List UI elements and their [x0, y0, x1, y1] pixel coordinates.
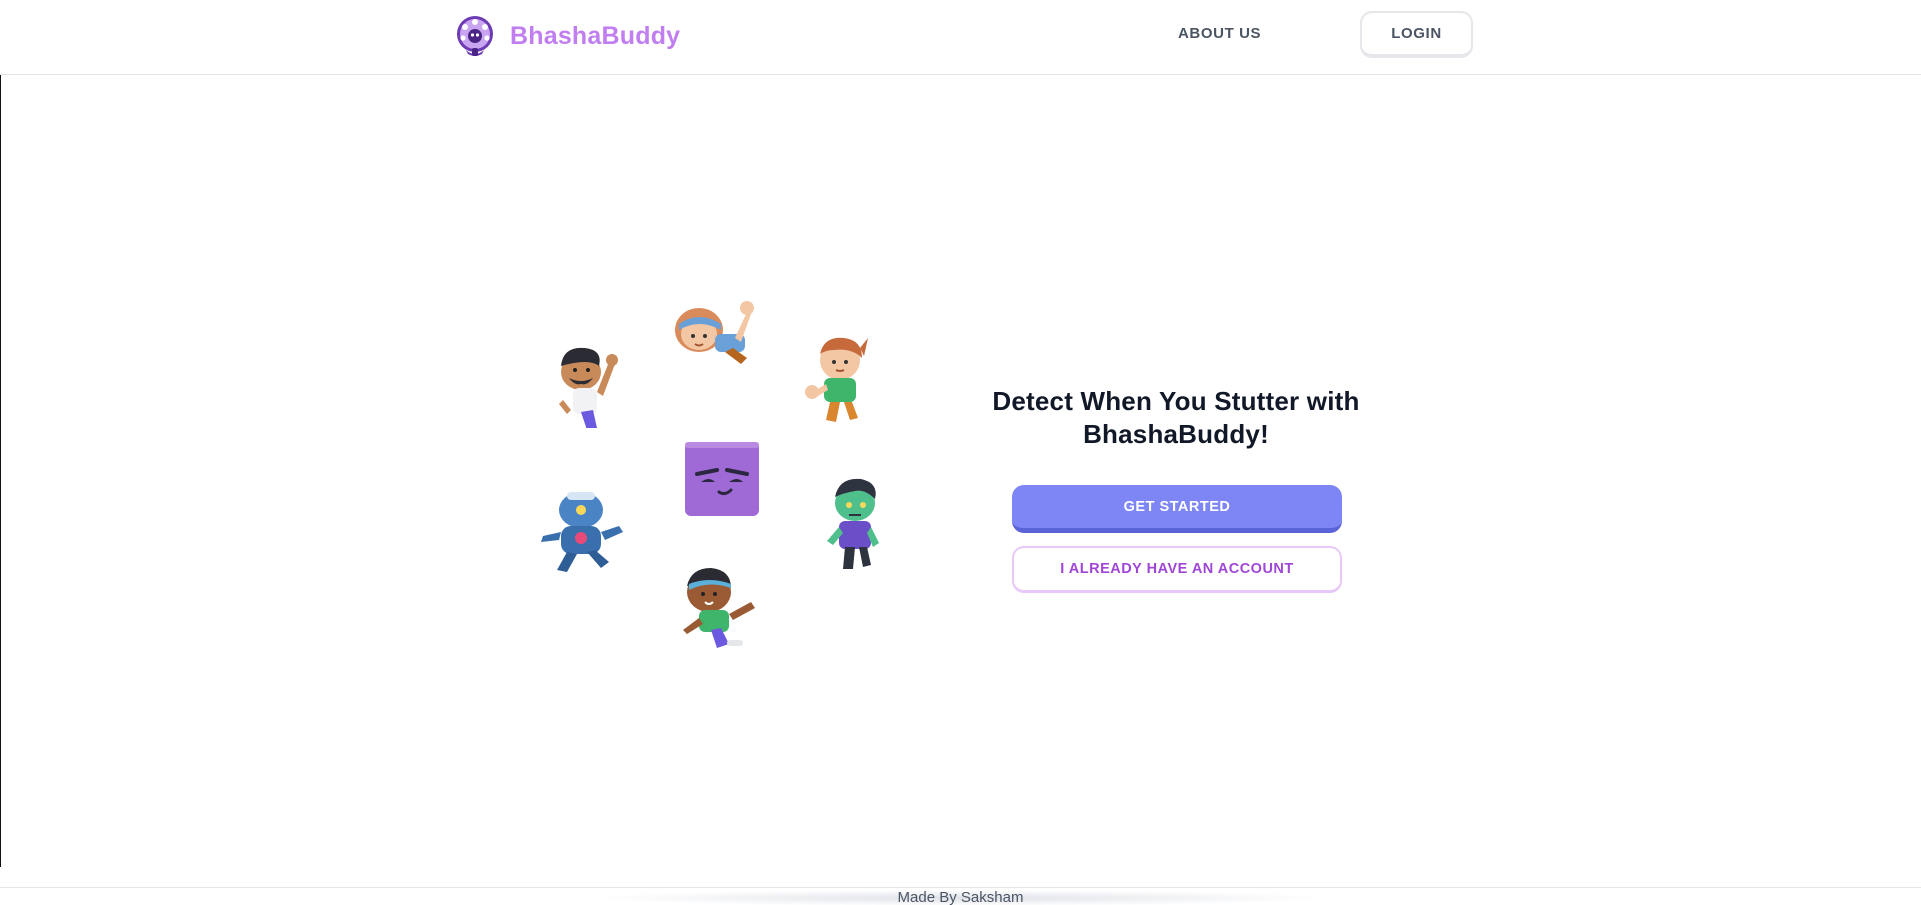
hero-section: Detect When You Stutter with BhashaBuddy…	[985, 385, 1367, 451]
have-account-button[interactable]: I ALREADY HAVE AN ACCOUNT	[1012, 546, 1342, 593]
footer-credit: Made By Saksham	[897, 889, 1024, 905]
hero-headline: Detect When You Stutter with BhashaBuddy…	[985, 385, 1367, 451]
footer: Made By Saksham	[0, 887, 1921, 905]
mascot-block-icon	[685, 442, 759, 516]
character-headband-girl-icon	[675, 301, 754, 364]
headline-line-2: BhashaBuddy!	[1083, 419, 1269, 449]
get-started-button[interactable]: GET STARTED	[1012, 485, 1342, 533]
character-zombie-icon	[827, 478, 879, 569]
app-frame	[0, 0, 1921, 867]
bhashabuddy-logo-icon	[457, 16, 493, 56]
characters-illustration	[525, 290, 905, 670]
character-running-boy-icon	[683, 568, 755, 648]
brand-name: BhashaBuddy	[510, 21, 681, 50]
character-green-shirt-boy-icon	[805, 337, 868, 422]
headline-line-1: Detect When You Stutter with	[992, 386, 1360, 416]
character-mustache-icon	[559, 347, 618, 433]
brand[interactable]: BhashaBuddy	[454, 14, 680, 58]
login-button[interactable]: LOGIN	[1360, 11, 1473, 58]
top-nav: BhashaBuddy ABOUT US LOGIN	[0, 0, 1921, 75]
about-us-link[interactable]: ABOUT US	[1178, 25, 1261, 42]
character-robot-icon	[541, 492, 623, 572]
